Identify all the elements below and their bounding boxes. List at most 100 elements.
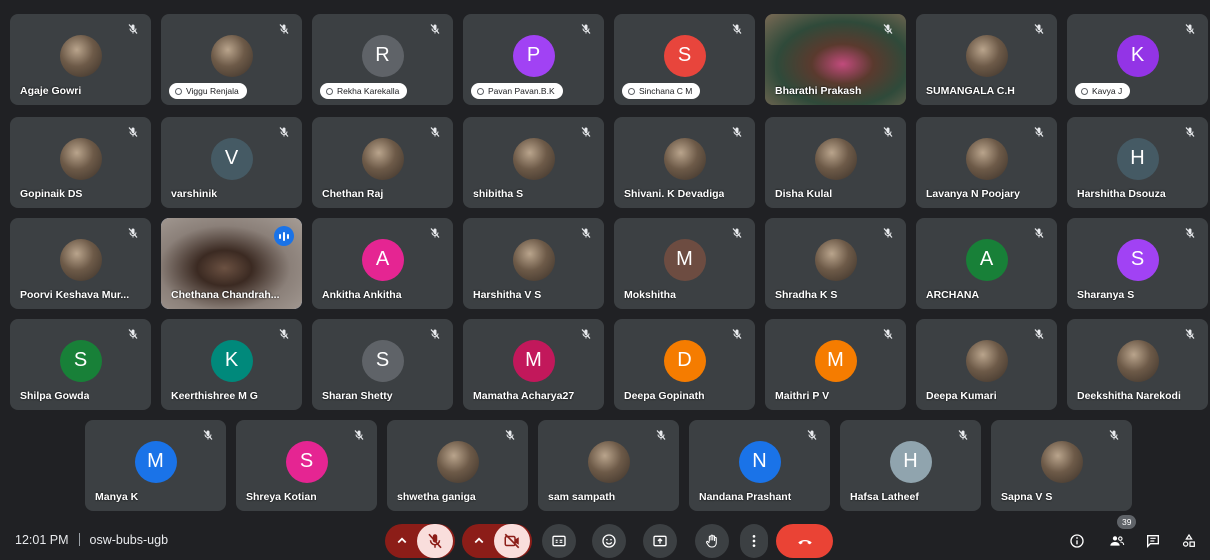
- participant-avatar: [59, 137, 102, 180]
- participant-tile[interactable]: shwetha ganiga: [387, 420, 528, 511]
- mic-options-chevron-icon[interactable]: [387, 524, 417, 558]
- pin-icon: [175, 87, 182, 95]
- present-screen-button[interactable]: [643, 524, 677, 558]
- avatar-initial: A: [979, 248, 994, 271]
- more-options-button[interactable]: [740, 524, 768, 558]
- participant-tile[interactable]: sam sampath: [538, 420, 679, 511]
- participant-tile[interactable]: M Mamatha Acharya27: [463, 319, 604, 410]
- people-icon: [1110, 536, 1125, 546]
- participant-tile[interactable]: Sapna V S: [991, 420, 1132, 511]
- people-button[interactable]: [1100, 524, 1134, 558]
- participant-name: SUMANGALA C.H: [926, 85, 1015, 97]
- participant-name: Kavya J: [1092, 86, 1123, 96]
- participant-tile[interactable]: P Pavan Pavan.B.K: [463, 14, 604, 105]
- participant-tile[interactable]: Vvarshinik: [161, 117, 302, 208]
- participant-avatar: H: [889, 440, 932, 483]
- participant-name: Sinchana C M: [639, 86, 693, 96]
- camera-options-chevron-icon[interactable]: [464, 524, 494, 558]
- end-call-button[interactable]: [776, 524, 833, 558]
- present-screen-icon: [653, 535, 667, 547]
- participant-avatar: S: [1116, 238, 1159, 281]
- raise-hand-button[interactable]: [695, 524, 729, 558]
- participant-name: Deepa Gopinath: [624, 390, 705, 402]
- avatar-initial: P: [526, 44, 541, 67]
- participant-tile[interactable]: M Mokshitha: [614, 218, 755, 309]
- participant-tile[interactable]: D Deepa Gopinath: [614, 319, 755, 410]
- participant-name: Hafsa Latheef: [850, 491, 919, 503]
- chat-button[interactable]: [1136, 524, 1170, 558]
- participant-avatar: S: [361, 339, 404, 382]
- participant-name: Sharan Shetty: [322, 390, 393, 402]
- participant-tile[interactable]: S Sinchana C M: [614, 14, 755, 105]
- participant-name: Harshitha V S: [473, 289, 542, 301]
- participant-tile[interactable]: A ARCHANA: [916, 218, 1057, 309]
- participant-tile[interactable]: Agaje Gowri: [10, 14, 151, 105]
- participant-tile[interactable]: Deepa Kumari: [916, 319, 1057, 410]
- participant-tile[interactable]: Harshitha V S: [463, 218, 604, 309]
- participant-tile[interactable]: S Shilpa Gowda: [10, 319, 151, 410]
- participant-tile[interactable]: A Ankitha Ankitha: [312, 218, 453, 309]
- avatar-initial: S: [299, 450, 314, 473]
- participant-avatar: H: [1116, 137, 1159, 180]
- mic-muted-icon: [275, 325, 293, 343]
- mic-muted-icon: [1030, 325, 1048, 343]
- participant-tile[interactable]: Disha Kulal: [765, 117, 906, 208]
- bottom-control-bar: 12:01 PM osw-bubs-ugb 39: [0, 515, 1210, 560]
- participant-tile[interactable]: Poorvi Keshava Mur...: [10, 218, 151, 309]
- participant-avatar: M: [134, 440, 177, 483]
- participant-avatar: [512, 238, 555, 281]
- emoji-button[interactable]: [592, 524, 626, 558]
- participant-name: varshinik: [171, 188, 218, 200]
- participant-tile[interactable]: S Sharan Shetty: [312, 319, 453, 410]
- pin-icon: [628, 87, 635, 95]
- people-count-badge: 39: [1117, 515, 1137, 529]
- participant-name: Disha Kulal: [775, 188, 833, 200]
- participant-avatar: [663, 137, 706, 180]
- participant-tile[interactable]: M Maithri P V: [765, 319, 906, 410]
- participant-tile[interactable]: Viggu Renjala: [161, 14, 302, 105]
- participant-tile[interactable]: Chethana Chandrah...: [161, 218, 302, 309]
- participant-name: Sapna V S: [1001, 491, 1053, 503]
- participant-name: Poorvi Keshava Mur...: [20, 289, 130, 301]
- captions-button[interactable]: [542, 524, 576, 558]
- participant-name: shwetha ganiga: [397, 491, 476, 503]
- participant-tile[interactable]: S Sharanya S: [1067, 218, 1208, 309]
- participant-avatar: [361, 137, 404, 180]
- participant-tile[interactable]: Lavanya N Poojary: [916, 117, 1057, 208]
- participant-tile[interactable]: SUMANGALA C.H: [916, 14, 1057, 105]
- participant-tile[interactable]: Deekshitha Narekodi: [1067, 319, 1208, 410]
- camera-off-button[interactable]: [494, 524, 530, 558]
- participant-tile[interactable]: R Rekha Karekalla: [312, 14, 453, 105]
- mic-muted-icon: [124, 325, 142, 343]
- participant-name: Shivani. K Devadiga: [624, 188, 725, 200]
- mic-muted-icon: [577, 123, 595, 141]
- participant-tile[interactable]: Bharathi Prakash: [765, 14, 906, 105]
- activities-button[interactable]: [1172, 524, 1206, 558]
- mic-muted-icon: [124, 20, 142, 38]
- participant-tile[interactable]: H Harshitha Dsouza: [1067, 117, 1208, 208]
- participant-avatar: R: [361, 34, 404, 77]
- participant-tile[interactable]: K Keerthishree M G: [161, 319, 302, 410]
- mic-muted-icon: [577, 325, 595, 343]
- participant-tile[interactable]: S Shreya Kotian: [236, 420, 377, 511]
- participant-tile[interactable]: K Kavya J: [1067, 14, 1208, 105]
- participant-tile[interactable]: shibitha S: [463, 117, 604, 208]
- participant-tile[interactable]: Chethan Raj: [312, 117, 453, 208]
- meeting-details-button[interactable]: [1060, 524, 1094, 558]
- avatar-initial: H: [1130, 147, 1145, 170]
- participant-tile[interactable]: H Hafsa Latheef: [840, 420, 981, 511]
- mic-muted-icon: [1030, 20, 1048, 38]
- avatar-initial: H: [903, 450, 918, 473]
- participant-tile[interactable]: Gopinaik DS: [10, 117, 151, 208]
- mic-muted-icon: [350, 426, 368, 444]
- avatar-initial: S: [1130, 248, 1145, 271]
- participant-tile[interactable]: M Manya K: [85, 420, 226, 511]
- participant-avatar: [814, 137, 857, 180]
- mic-off-button[interactable]: [417, 524, 453, 558]
- mic-muted-icon: [577, 20, 595, 38]
- participant-name: Sharanya S: [1077, 289, 1135, 301]
- participant-avatar: [587, 440, 630, 483]
- participant-tile[interactable]: N Nandana Prashant: [689, 420, 830, 511]
- participant-tile[interactable]: Shradha K S: [765, 218, 906, 309]
- participant-tile[interactable]: Shivani. K Devadiga: [614, 117, 755, 208]
